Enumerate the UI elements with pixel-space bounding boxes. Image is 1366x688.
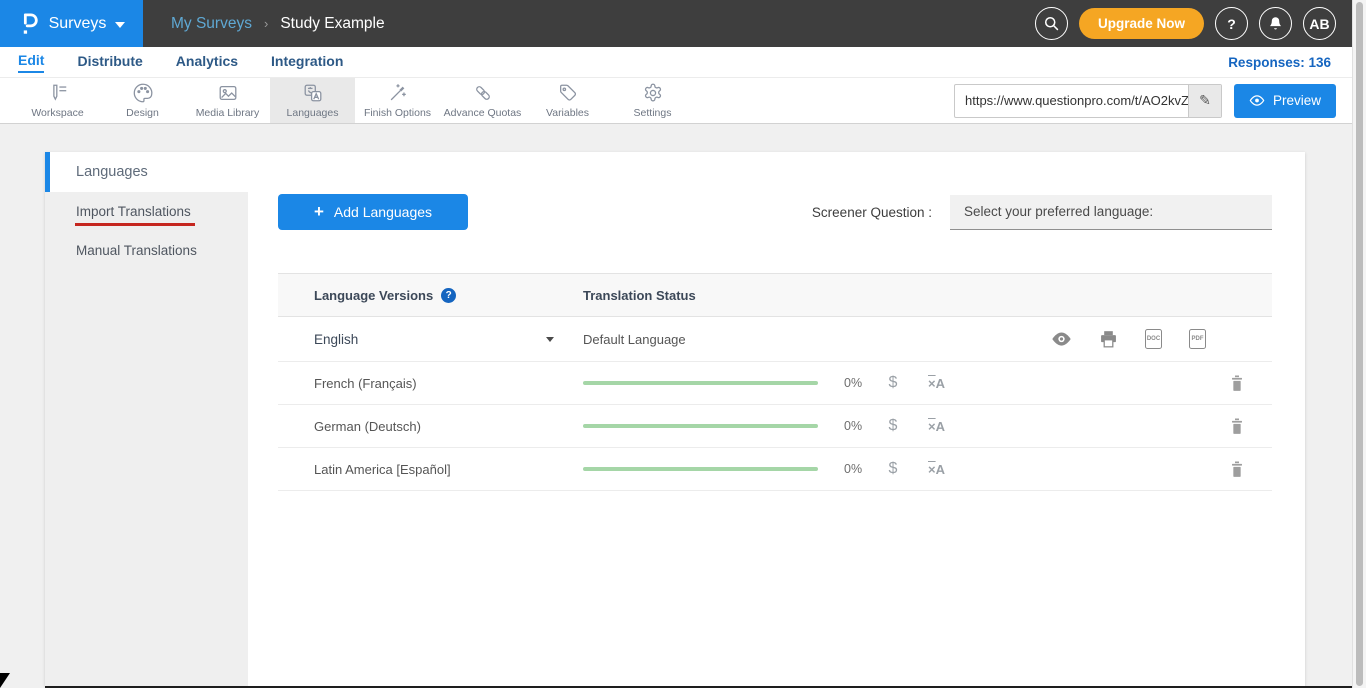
translate-icon <box>302 82 324 104</box>
languages-sidebar: Import Translations Manual Translations <box>45 192 248 686</box>
table-header-row: Language Versions ? Translation Status <box>278 273 1272 317</box>
sidebar-item-import-translations[interactable]: Import Translations <box>45 192 248 231</box>
default-language-status: Default Language <box>583 332 686 347</box>
table-row-german: German (Deutsch) 0% $ ×A <box>278 405 1272 448</box>
trash-icon <box>1229 417 1245 436</box>
add-languages-button[interactable]: + Add Languages <box>278 194 468 230</box>
toolbar-item-workspace[interactable]: Workspace <box>15 78 100 123</box>
auto-translate-icon[interactable]: ×A <box>928 462 945 477</box>
survey-url-group: https://www.questionpro.com/t/AO2kvZ ✎ P… <box>954 84 1336 118</box>
translation-progress-bar <box>583 381 818 385</box>
responses-count-link[interactable]: Responses: 136 <box>1228 55 1331 70</box>
language-versions-table: Language Versions ? Translation Status E… <box>278 273 1272 491</box>
screener-question-label: Screener Question : <box>812 205 932 220</box>
upgrade-now-button[interactable]: Upgrade Now <box>1079 8 1204 39</box>
translation-percent: 0% <box>844 419 872 433</box>
tab-analytics[interactable]: Analytics <box>176 53 238 72</box>
pencil-list-icon <box>47 82 69 104</box>
professional-translation-icon[interactable]: $ <box>886 460 900 478</box>
translation-progress-bar <box>583 467 818 471</box>
magic-wand-icon <box>387 82 409 104</box>
trash-icon <box>1229 374 1245 393</box>
tab-integration[interactable]: Integration <box>271 53 343 72</box>
pencil-icon: ✎ <box>1199 92 1211 109</box>
print-icon[interactable] <box>1099 330 1118 348</box>
sidebar-item-manual-translations[interactable]: Manual Translations <box>45 231 248 270</box>
toolbar-item-settings[interactable]: Settings <box>610 78 695 123</box>
question-mark-icon: ? <box>1227 16 1236 32</box>
tab-distribute[interactable]: Distribute <box>77 53 142 72</box>
sidebar-item-languages[interactable]: Languages <box>45 152 1305 192</box>
edit-toolbar: Workspace Design Media Library Languages… <box>0 77 1366 124</box>
chevron-down-icon <box>115 22 125 28</box>
toolbar-item-media-library[interactable]: Media Library <box>185 78 270 123</box>
palette-icon <box>132 82 154 104</box>
mouse-cursor <box>0 673 10 688</box>
header-translation-status: Translation Status <box>583 288 696 303</box>
toolbar-item-variables[interactable]: Variables <box>525 78 610 123</box>
notifications-button[interactable] <box>1259 7 1292 40</box>
translation-percent: 0% <box>844 376 872 390</box>
scrollbar-thumb[interactable] <box>1356 2 1363 686</box>
auto-translate-icon[interactable]: ×A <box>928 419 945 434</box>
translation-progress-bar <box>583 424 818 428</box>
help-button[interactable]: ? <box>1215 7 1248 40</box>
delete-language-button[interactable] <box>1229 460 1245 479</box>
top-bar: Surveys My Surveys › Study Example Upgra… <box>0 0 1366 47</box>
search-button[interactable] <box>1035 7 1068 40</box>
toolbar-item-design[interactable]: Design <box>100 78 185 123</box>
table-row-default-language: English Default Language <box>278 317 1272 362</box>
preview-button[interactable]: Preview <box>1234 84 1336 118</box>
survey-url-input[interactable]: https://www.questionpro.com/t/AO2kvZ <box>955 85 1188 117</box>
default-language-dropdown[interactable]: English <box>278 332 583 347</box>
professional-translation-icon[interactable]: $ <box>886 374 900 392</box>
languages-main: + Add Languages Screener Question : Sele… <box>248 192 1305 686</box>
avatar[interactable]: AB <box>1303 7 1336 40</box>
top-actions: Upgrade Now ? AB <box>1035 0 1366 47</box>
toolbar-item-advance-quotas[interactable]: Advance Quotas <box>440 78 525 123</box>
bell-icon <box>1268 16 1283 32</box>
help-circle-icon[interactable]: ? <box>441 288 456 303</box>
tag-icon <box>557 82 579 104</box>
delete-language-button[interactable] <box>1229 417 1245 436</box>
gear-icon <box>642 82 664 104</box>
tab-edit[interactable]: Edit <box>18 52 44 73</box>
brand-label: Surveys <box>49 15 107 33</box>
page-scrollbar[interactable] <box>1352 0 1366 688</box>
table-row-french: French (Français) 0% $ ×A <box>278 362 1272 405</box>
survey-nav: Edit Distribute Analytics Integration Re… <box>0 47 1366 77</box>
view-eye-icon[interactable] <box>1051 331 1072 347</box>
professional-translation-icon[interactable]: $ <box>886 417 900 435</box>
export-pdf-icon[interactable]: PDF <box>1189 329 1206 349</box>
breadcrumb-parent-link[interactable]: My Surveys <box>171 15 252 33</box>
export-doc-icon[interactable]: DOC <box>1145 329 1162 349</box>
language-name: French (Français) <box>278 376 583 391</box>
breadcrumb: My Surveys › Study Example <box>143 0 1035 47</box>
toolbar-item-finish-options[interactable]: Finish Options <box>355 78 440 123</box>
image-icon <box>217 82 239 104</box>
delete-language-button[interactable] <box>1229 374 1245 393</box>
screener-question-select[interactable]: Select your preferred language: <box>950 195 1272 230</box>
questionpro-logo-icon <box>18 11 40 37</box>
header-language-versions: Language Versions <box>314 288 433 303</box>
eye-icon <box>1249 94 1265 107</box>
translation-percent: 0% <box>844 462 872 476</box>
plus-icon: + <box>314 202 324 222</box>
auto-translate-icon[interactable]: ×A <box>928 376 945 391</box>
toolbar-item-languages[interactable]: Languages <box>270 78 355 123</box>
search-icon <box>1043 15 1060 32</box>
trash-icon <box>1229 460 1245 479</box>
languages-panel: Languages Import Translations Manual Tra… <box>45 152 1305 686</box>
table-row-latin-america: Latin America [Español] 0% $ ×A <box>278 448 1272 491</box>
language-name: German (Deutsch) <box>278 419 583 434</box>
breadcrumb-current: Study Example <box>280 15 384 33</box>
brand-menu[interactable]: Surveys <box>0 0 143 47</box>
breadcrumb-separator: › <box>264 16 268 31</box>
language-name: Latin America [Español] <box>278 462 583 477</box>
chain-links-icon <box>472 82 494 104</box>
edit-url-button[interactable]: ✎ <box>1188 85 1221 117</box>
chevron-down-icon <box>546 337 554 342</box>
survey-url-box: https://www.questionpro.com/t/AO2kvZ ✎ <box>954 84 1222 118</box>
content-area: Languages Import Translations Manual Tra… <box>0 124 1366 688</box>
